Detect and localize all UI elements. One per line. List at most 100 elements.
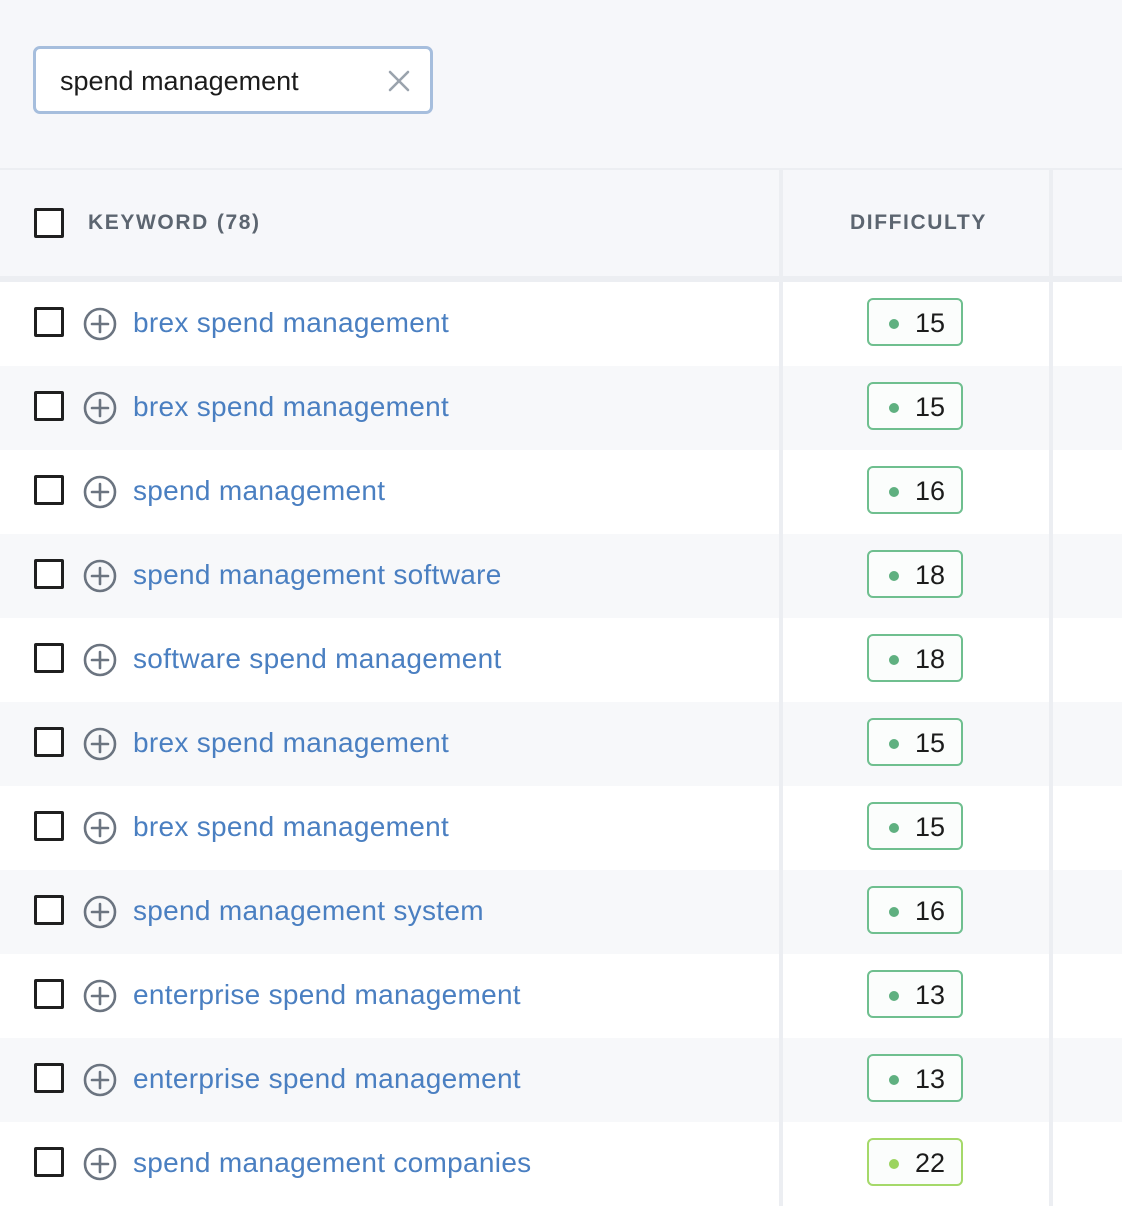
checkbox[interactable]: [34, 979, 64, 1009]
difficulty-value: 13: [915, 980, 946, 1010]
keyword-link[interactable]: brex spend management: [133, 391, 449, 423]
keyword-link[interactable]: spend management companies: [133, 1147, 532, 1179]
column-divider: [1049, 954, 1053, 1038]
keyword-link[interactable]: software spend management: [133, 643, 502, 675]
keyword-link[interactable]: enterprise spend management: [133, 1063, 521, 1095]
table-row: brex spend management 15: [0, 702, 1122, 786]
difficulty-dot-icon: [889, 1075, 899, 1085]
keyword-link[interactable]: enterprise spend management: [133, 979, 521, 1011]
difficulty-dot-icon: [889, 655, 899, 665]
search-box[interactable]: [33, 46, 433, 114]
row-checkbox[interactable]: [34, 475, 64, 505]
difficulty-value: 18: [915, 644, 946, 674]
row-checkbox[interactable]: [34, 559, 64, 589]
keyword-link[interactable]: brex spend management: [133, 727, 449, 759]
difficulty-dot-icon: [889, 487, 899, 497]
row-checkbox[interactable]: [34, 643, 64, 673]
checkbox[interactable]: [34, 895, 64, 925]
plus-circle-icon[interactable]: [82, 1146, 118, 1182]
keyword-link[interactable]: brex spend management: [133, 307, 449, 339]
column-divider: [779, 450, 783, 534]
plus-circle-icon[interactable]: [82, 978, 118, 1014]
difficulty-value: 16: [915, 476, 946, 506]
difficulty-value: 15: [915, 392, 946, 422]
difficulty-value: 15: [915, 812, 946, 842]
column-divider: [1049, 786, 1053, 870]
column-divider: [1049, 618, 1053, 702]
row-checkbox[interactable]: [34, 307, 64, 337]
table-row: enterprise spend management 13: [0, 1038, 1122, 1122]
plus-circle-icon[interactable]: [82, 642, 118, 678]
plus-circle-icon[interactable]: [82, 474, 118, 510]
table-header: KEYWORD (78) DIFFICULTY: [0, 168, 1122, 276]
row-checkbox[interactable]: [34, 391, 64, 421]
checkbox[interactable]: [34, 1063, 64, 1093]
difficulty-badge: 22: [867, 1138, 963, 1186]
difficulty-dot-icon: [889, 571, 899, 581]
row-checkbox[interactable]: [34, 811, 64, 841]
table-row: brex spend management 15: [0, 282, 1122, 366]
column-divider: [779, 954, 783, 1038]
difficulty-dot-icon: [889, 319, 899, 329]
keyword-link[interactable]: spend management system: [133, 895, 484, 927]
checkbox[interactable]: [34, 559, 64, 589]
column-divider: [1049, 534, 1053, 618]
difficulty-dot-icon: [889, 403, 899, 413]
table-body: brex spend management 15 brex spend mana…: [0, 282, 1122, 1206]
column-divider: [779, 366, 783, 450]
difficulty-column-header[interactable]: DIFFICULTY: [850, 211, 987, 235]
column-divider: [779, 618, 783, 702]
search-input[interactable]: [60, 61, 360, 101]
difficulty-badge: 18: [867, 550, 963, 598]
difficulty-badge: 13: [867, 1054, 963, 1102]
table-row: spend management 16: [0, 450, 1122, 534]
difficulty-badge: 15: [867, 382, 963, 430]
difficulty-value: 13: [915, 1064, 946, 1094]
checkbox[interactable]: [34, 208, 64, 238]
difficulty-dot-icon: [889, 1159, 899, 1169]
table-row: spend management system 16: [0, 870, 1122, 954]
column-divider: [1049, 450, 1053, 534]
difficulty-badge: 16: [867, 466, 963, 514]
difficulty-value: 18: [915, 560, 946, 590]
keyword-link[interactable]: spend management software: [133, 559, 502, 591]
checkbox[interactable]: [34, 727, 64, 757]
difficulty-dot-icon: [889, 991, 899, 1001]
table-row: spend management software 18: [0, 534, 1122, 618]
difficulty-badge: 15: [867, 298, 963, 346]
column-divider: [779, 870, 783, 954]
row-checkbox[interactable]: [34, 1063, 64, 1093]
close-icon[interactable]: [386, 68, 412, 94]
difficulty-dot-icon: [889, 823, 899, 833]
plus-circle-icon[interactable]: [82, 726, 118, 762]
plus-circle-icon[interactable]: [82, 390, 118, 426]
difficulty-dot-icon: [889, 907, 899, 917]
search-bar-area: [0, 0, 1122, 168]
keyword-column-header[interactable]: KEYWORD (78): [88, 211, 261, 235]
plus-circle-icon[interactable]: [82, 306, 118, 342]
difficulty-value: 15: [915, 728, 946, 758]
checkbox[interactable]: [34, 307, 64, 337]
column-divider: [779, 282, 783, 366]
select-all-checkbox[interactable]: [34, 208, 64, 238]
keyword-link[interactable]: spend management: [133, 475, 385, 507]
row-checkbox[interactable]: [34, 979, 64, 1009]
row-checkbox[interactable]: [34, 1147, 64, 1177]
checkbox[interactable]: [34, 391, 64, 421]
checkbox[interactable]: [34, 475, 64, 505]
keyword-header-label: KEYWORD: [88, 211, 209, 234]
plus-circle-icon[interactable]: [82, 894, 118, 930]
checkbox[interactable]: [34, 643, 64, 673]
checkbox[interactable]: [34, 1147, 64, 1177]
keyword-count: (78): [216, 211, 261, 234]
keyword-link[interactable]: brex spend management: [133, 811, 449, 843]
checkbox[interactable]: [34, 811, 64, 841]
difficulty-badge: 15: [867, 718, 963, 766]
column-divider: [779, 702, 783, 786]
plus-circle-icon[interactable]: [82, 810, 118, 846]
row-checkbox[interactable]: [34, 895, 64, 925]
plus-circle-icon[interactable]: [82, 558, 118, 594]
column-divider: [1049, 1122, 1053, 1206]
row-checkbox[interactable]: [34, 727, 64, 757]
plus-circle-icon[interactable]: [82, 1062, 118, 1098]
